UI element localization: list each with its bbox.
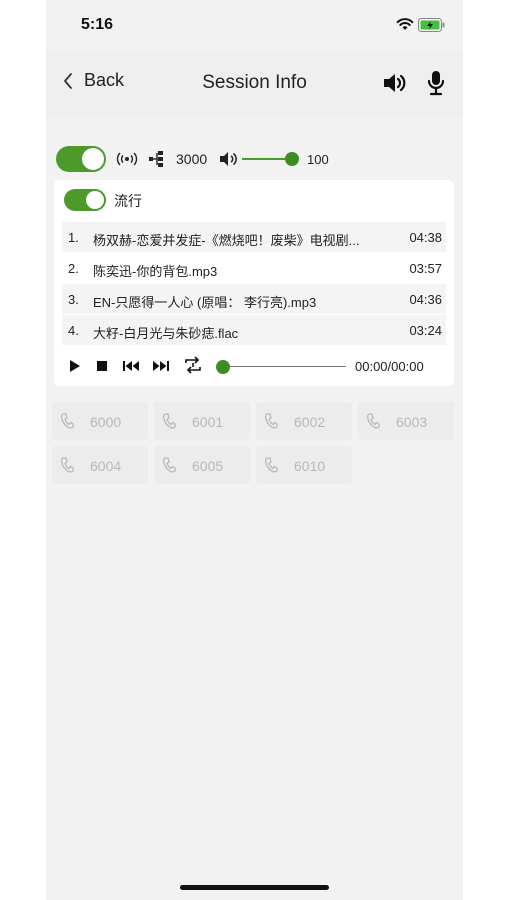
- volume-value: 100: [307, 152, 329, 167]
- status-time: 5:16: [81, 16, 114, 33]
- playback-time: 00:00/00:00: [355, 359, 424, 374]
- phone-icon: [60, 413, 74, 429]
- phone-icon: [264, 413, 278, 429]
- track-duration: 04:36: [409, 292, 442, 307]
- track-duration: 04:38: [409, 230, 442, 245]
- previous-icon[interactable]: [122, 359, 140, 373]
- track-title: 大籽-白月光与朱砂痣.flac: [93, 326, 239, 341]
- status-bar: 5:16: [46, 0, 463, 50]
- extension-number: 6010: [294, 458, 326, 474]
- track-number: 1.: [68, 230, 79, 245]
- extension-tile[interactable]: 6002: [256, 402, 352, 440]
- app-screen: 5:16 Back Session Info 3000 100 流行 1. 杨双…: [46, 0, 463, 900]
- extension-number: 6003: [396, 414, 428, 430]
- phone-icon: [366, 413, 380, 429]
- playlist-group-toggle[interactable]: [64, 189, 106, 211]
- extension-tile[interactable]: 6005: [154, 446, 250, 484]
- volume-slider-thumb[interactable]: [285, 152, 299, 166]
- track-row[interactable]: 2. 陈奕迅-你的背包.mp3 03:57: [62, 253, 446, 284]
- extension-number: 6004: [90, 458, 122, 474]
- phone-icon: [162, 413, 176, 429]
- volume-icon: [220, 152, 237, 166]
- play-icon[interactable]: [68, 358, 82, 374]
- repeat-icon[interactable]: [182, 355, 204, 375]
- phone-icon: [162, 457, 176, 473]
- track-title: 杨双赫-恋爱并发症-《燃烧吧！废柴》电视剧...: [93, 233, 360, 248]
- stop-icon[interactable]: [96, 360, 108, 372]
- track-row[interactable]: 4. 大籽-白月光与朱砂痣.flac 03:24: [62, 315, 446, 346]
- back-label: Back: [84, 70, 125, 90]
- phone-icon: [60, 457, 74, 473]
- next-icon[interactable]: [152, 359, 170, 373]
- network-icon: [149, 151, 163, 167]
- track-row[interactable]: 3. EN-只愿得一人心 (原唱： 李行亮).mp3 04:36: [62, 284, 446, 315]
- playlist-group-label: 流行: [114, 193, 142, 209]
- track-number: 3.: [68, 292, 79, 307]
- playback-progress-thumb[interactable]: [216, 360, 230, 374]
- extension-tile[interactable]: 6001: [154, 402, 250, 440]
- playlist-card: 流行 1. 杨双赫-恋爱并发症-《燃烧吧！废柴》电视剧... 04:38 2. …: [54, 180, 454, 386]
- extension-number: 6001: [192, 414, 224, 430]
- broadcast-toggle[interactable]: [56, 146, 106, 172]
- port-value: 3000: [176, 151, 208, 167]
- track-list: 1. 杨双赫-恋爱并发症-《燃烧吧！废柴》电视剧... 04:38 2. 陈奕迅…: [62, 222, 446, 346]
- extension-number: 6000: [90, 414, 122, 430]
- phone-icon: [264, 457, 278, 473]
- back-button[interactable]: Back: [62, 70, 124, 91]
- extension-number: 6002: [294, 414, 326, 430]
- extension-tile[interactable]: 6010: [256, 446, 352, 484]
- track-number: 4.: [68, 323, 79, 338]
- extension-tile[interactable]: 6000: [52, 402, 148, 440]
- battery-icon: [418, 18, 445, 32]
- broadcast-controls: 3000 100: [46, 143, 463, 175]
- extension-tile[interactable]: 6003: [358, 402, 454, 440]
- track-title: 陈奕迅-你的背包.mp3: [93, 264, 218, 279]
- back-chevron-icon: [64, 72, 72, 89]
- player-controls: 00:00/00:00: [54, 354, 454, 378]
- track-duration: 03:24: [409, 323, 442, 338]
- home-indicator: [180, 885, 329, 890]
- track-row[interactable]: 1. 杨双赫-恋爱并发症-《燃烧吧！废柴》电视剧... 04:38: [62, 222, 446, 253]
- track-duration: 03:57: [409, 261, 442, 276]
- broadcast-icon: [116, 152, 138, 166]
- navigation-bar: Back Session Info: [46, 50, 463, 118]
- playback-progress-track[interactable]: [222, 366, 346, 367]
- microphone-icon[interactable]: [426, 70, 446, 96]
- track-title: EN-只愿得一人心 (原唱： 李行亮).mp3: [93, 295, 317, 310]
- track-number: 2.: [68, 261, 79, 276]
- extension-number: 6005: [192, 458, 224, 474]
- wifi-icon: [396, 18, 414, 30]
- speaker-icon[interactable]: [382, 71, 410, 95]
- extension-tile[interactable]: 6004: [52, 446, 148, 484]
